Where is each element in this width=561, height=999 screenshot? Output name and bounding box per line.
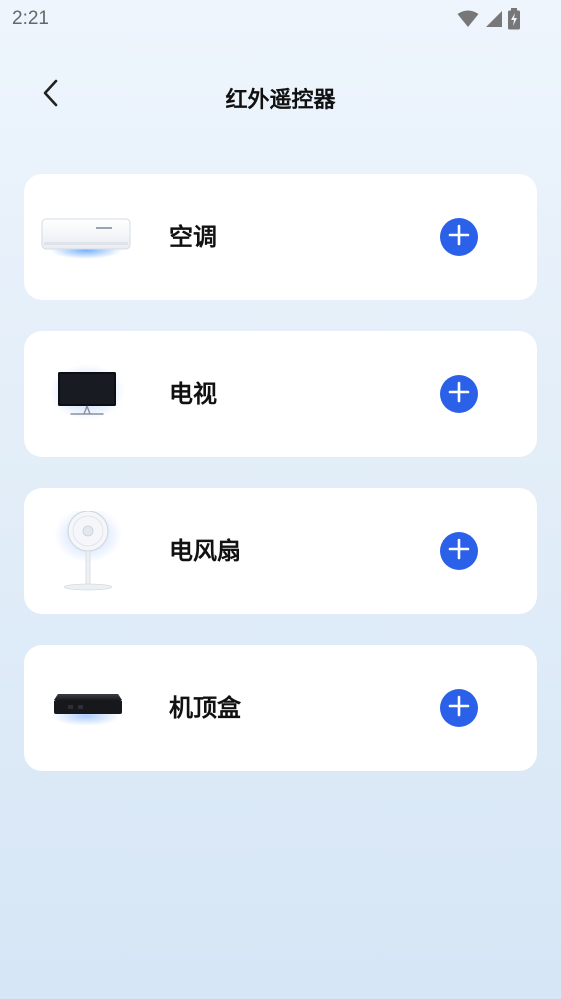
plus-icon (448, 381, 470, 407)
page-title: 红外遥控器 (225, 88, 336, 113)
status-time: 2:21 (12, 8, 49, 29)
add-air-conditioner-button[interactable] (440, 218, 478, 256)
device-label: 电风扇 (169, 537, 241, 565)
television-image (38, 354, 134, 434)
header: 红外遥控器 (0, 62, 561, 132)
status-icons (457, 8, 521, 34)
set-top-box-image (38, 668, 134, 748)
add-set-top-box-button[interactable] (440, 689, 478, 727)
plus-icon (448, 538, 470, 564)
device-card-air-conditioner[interactable]: 空调 (24, 174, 537, 300)
electric-fan-image (38, 511, 134, 591)
device-label: 电视 (169, 380, 217, 408)
add-television-button[interactable] (440, 375, 478, 413)
device-label: 机顶盒 (169, 694, 241, 722)
status-bar: 2:21 (0, 0, 561, 38)
signal-icon (483, 10, 503, 32)
wifi-icon (457, 10, 479, 32)
plus-icon (448, 224, 470, 250)
device-label: 空调 (169, 223, 217, 251)
device-card-set-top-box[interactable]: 机顶盒 (24, 645, 537, 771)
add-electric-fan-button[interactable] (440, 532, 478, 570)
air-conditioner-image (38, 197, 134, 277)
battery-charging-icon (507, 8, 521, 34)
device-card-television[interactable]: 电视 (24, 331, 537, 457)
plus-icon (448, 695, 470, 721)
device-card-electric-fan[interactable]: 电风扇 (24, 488, 537, 614)
device-list: 空调 电视 电风扇 机顶盒 (24, 174, 537, 802)
